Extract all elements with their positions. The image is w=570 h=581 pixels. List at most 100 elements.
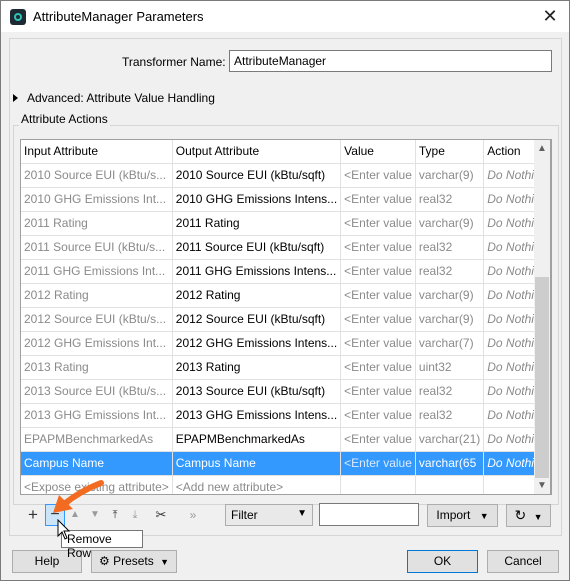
cell-output[interactable]: 2011 Source EUI (kBtu/sqft) [172, 235, 342, 260]
cell-value[interactable]: <Enter value [340, 163, 416, 188]
cell-type[interactable]: real32 [415, 187, 485, 212]
vertical-scrollbar[interactable]: ▲ ▼ [534, 139, 551, 495]
cell-input[interactable]: 2011 Rating [21, 211, 173, 236]
cell-input[interactable]: Campus Name [21, 451, 173, 476]
column-header-output[interactable]: Output Attribute [172, 140, 342, 164]
column-header-input[interactable]: Input Attribute [21, 140, 173, 164]
table-row[interactable]: 2011 Source EUI (kBtu/s... 2011 Source EU… [21, 235, 551, 260]
cell-output[interactable]: 2012 Rating [172, 283, 342, 308]
cell-type[interactable]: varchar(65 [415, 451, 485, 476]
cell-input[interactable]: 2013 GHG Emissions Int... [21, 403, 173, 428]
chevron-down-icon: ▼ [533, 512, 543, 522]
cell-input[interactable]: 2013 Source EUI (kBtu/s... [21, 379, 173, 404]
cell-output[interactable]: 2010 GHG Emissions Intens... [172, 187, 342, 212]
column-header-value[interactable]: Value [340, 140, 416, 164]
dialog-window: AttributeManager Parameters ✕ Transforme… [0, 0, 570, 581]
close-icon[interactable]: ✕ [539, 5, 561, 27]
table-row[interactable]: 2011 Rating 2011 Rating <Enter value varcha… [21, 211, 551, 236]
move-top-icon[interactable]: ⤒ [105, 504, 125, 526]
cell-type[interactable]: varchar(9) [415, 307, 485, 332]
scroll-thumb[interactable] [535, 277, 549, 478]
cell-value[interactable]: <Enter value [340, 187, 416, 212]
cell-input[interactable]: 2012 GHG Emissions Int... [21, 331, 173, 356]
cell-input[interactable]: 2013 Rating [21, 355, 173, 380]
cell-value[interactable]: <Enter value [340, 355, 416, 380]
cell-type[interactable]: varchar(9) [415, 283, 485, 308]
table-row[interactable]: 2013 Source EUI (kBtu/s... 2013 Source EU… [21, 379, 551, 404]
cell-output[interactable]: Campus Name [172, 451, 342, 476]
cell-output[interactable]: 2011 GHG Emissions Intens... [172, 259, 342, 284]
cell-value[interactable]: <Enter value [340, 379, 416, 404]
new-row-cell-type[interactable] [415, 475, 485, 494]
cell-type[interactable]: varchar(7) [415, 331, 485, 356]
cell-type[interactable]: uint32 [415, 355, 485, 380]
filter-select[interactable]: Filter ▼ [225, 504, 313, 526]
import-button[interactable]: Import ▼ [427, 504, 498, 527]
cell-value[interactable]: <Enter value [340, 211, 416, 236]
scroll-down-icon[interactable]: ▼ [534, 477, 550, 494]
app-icon [10, 8, 26, 25]
cell-output[interactable]: 2013 GHG Emissions Intens... [172, 403, 342, 428]
move-bottom-icon[interactable]: ⤓ [125, 504, 145, 526]
cell-value[interactable]: <Enter value [340, 331, 416, 356]
cell-type[interactable]: real32 [415, 235, 485, 260]
cell-output[interactable]: 2013 Rating [172, 355, 342, 380]
cell-input[interactable]: 2011 Source EUI (kBtu/s... [21, 235, 173, 260]
presets-button[interactable]: ⚙ Presets ▼ [91, 550, 177, 573]
cell-output[interactable]: 2012 Source EUI (kBtu/sqft) [172, 307, 342, 332]
table-row[interactable]: 2012 Source EUI (kBtu/s... 2012 Source EU… [21, 307, 551, 332]
transformer-name-input[interactable]: AttributeManager [229, 50, 552, 72]
cell-type[interactable]: real32 [415, 259, 485, 284]
cell-type[interactable]: varchar(9) [415, 211, 485, 236]
cell-value[interactable]: <Enter value [340, 259, 416, 284]
attribute-actions-label: Attribute Actions [19, 112, 110, 126]
cell-value[interactable]: <Enter value [340, 427, 416, 452]
cell-output[interactable]: 2011 Rating [172, 211, 342, 236]
cell-input[interactable]: 2010 GHG Emissions Int... [21, 187, 173, 212]
annotation-arrow-icon [53, 480, 104, 513]
table-row[interactable]: 2012 GHG Emissions Int... 2012 GHG Emissi… [21, 331, 551, 356]
table-row[interactable]: 2013 Rating 2013 Rating <Enter value uint32… [21, 355, 551, 380]
table-row[interactable]: EPAPMBenchmarkedAs EPAPMBenchmarkedAs <Ent… [21, 427, 551, 452]
table-row[interactable]: 2012 Rating 2012 Rating <Enter value varcha… [21, 283, 551, 308]
cell-value[interactable]: <Enter value [340, 235, 416, 260]
cell-input[interactable]: 2010 Source EUI (kBtu/s... [21, 163, 173, 188]
cell-input[interactable]: 2012 Rating [21, 283, 173, 308]
cell-output[interactable]: 2012 GHG Emissions Intens... [172, 331, 342, 356]
transformer-name-label: Transformer Name: [122, 55, 226, 69]
cell-type[interactable]: real32 [415, 403, 485, 428]
cell-input[interactable]: 2012 Source EUI (kBtu/s... [21, 307, 173, 332]
cell-output[interactable]: 2013 Source EUI (kBtu/sqft) [172, 379, 342, 404]
refresh-button[interactable]: ↻ ▼ [506, 504, 551, 527]
cut-icon[interactable]: ✂ [151, 504, 171, 526]
cell-type[interactable]: varchar(9) [415, 163, 485, 188]
cell-output[interactable]: 2010 Source EUI (kBtu/sqft) [172, 163, 342, 188]
cell-type[interactable]: varchar(21) [415, 427, 485, 452]
advanced-section-label: Advanced: Attribute Value Handling [27, 91, 215, 105]
table-row[interactable]: 2010 Source EUI (kBtu/s... 2010 Source EU… [21, 163, 551, 188]
window-title: AttributeManager Parameters [33, 9, 204, 24]
cell-input[interactable]: EPAPMBenchmarkedAs [21, 427, 173, 452]
filter-input[interactable] [319, 503, 419, 526]
cell-value[interactable]: <Enter value [340, 307, 416, 332]
table-row[interactable]: 2011 GHG Emissions Int... 2011 GHG Emissi… [21, 259, 551, 284]
column-header-type[interactable]: Type [415, 140, 485, 164]
cell-output[interactable]: EPAPMBenchmarkedAs [172, 427, 342, 452]
new-row-cell-value[interactable] [340, 475, 416, 494]
cell-value[interactable]: <Enter value [340, 283, 416, 308]
cell-input[interactable]: 2011 GHG Emissions Int... [21, 259, 173, 284]
plus-icon[interactable]: + [23, 504, 43, 526]
expand-icon[interactable]: » [183, 504, 203, 526]
new-row-cell-output[interactable]: <Add new attribute> [172, 475, 342, 494]
cell-value[interactable]: <Enter value [340, 451, 416, 476]
refresh-icon: ↻ [514, 507, 527, 523]
cell-type[interactable]: real32 [415, 379, 485, 404]
table-row[interactable]: 2010 GHG Emissions Int... 2010 GHG Emissi… [21, 187, 551, 212]
advanced-section-toggle[interactable]: Advanced: Attribute Value Handling [13, 91, 215, 105]
table-row[interactable]: 2013 GHG Emissions Int... 2013 GHG Emissi… [21, 403, 551, 428]
cancel-button[interactable]: Cancel [487, 550, 559, 573]
ok-button[interactable]: OK [407, 550, 478, 573]
scroll-up-icon[interactable]: ▲ [534, 140, 550, 157]
cell-value[interactable]: <Enter value [340, 403, 416, 428]
table-row[interactable]: Campus Name Campus Name <Enter value varcha… [21, 451, 551, 476]
